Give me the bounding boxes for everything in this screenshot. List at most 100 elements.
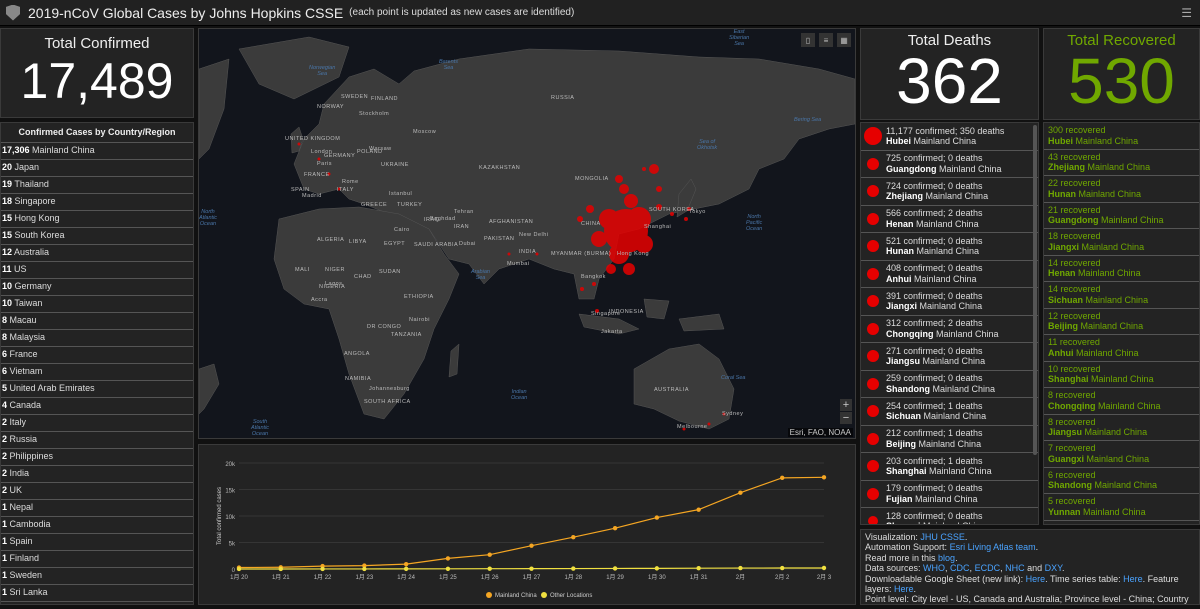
country-row[interactable]: 11 US bbox=[1, 262, 193, 279]
recovered-row[interactable]: 7 recovered Guangxi Mainland China bbox=[1044, 441, 1199, 468]
cases-line-chart[interactable]: 0 5k 10k 15k 20k Total confirmed cases 1月 20 1月… bbox=[199, 445, 855, 604]
deaths-list-panel[interactable]: 11,177 confirmed; 350 deaths Hubei Mainla… bbox=[860, 122, 1039, 525]
zoom-in-button[interactable]: + bbox=[840, 399, 852, 411]
map-label-pakistan: PAKISTAN bbox=[484, 236, 515, 242]
country-row[interactable]: 1 Spain bbox=[1, 534, 193, 551]
ecdc-link[interactable]: ECDC bbox=[975, 563, 1001, 573]
dxy-link[interactable]: DXY bbox=[1045, 563, 1062, 573]
deaths-row[interactable]: 521 confirmed; 0 deaths Hunan Mainland Ch… bbox=[861, 233, 1038, 261]
country-row[interactable]: 1 Finland bbox=[1, 551, 193, 568]
country-list-panel[interactable]: Confirmed Cases by Country/Region 17,306… bbox=[0, 122, 194, 605]
deaths-row[interactable]: 203 confirmed; 1 deaths Shanghai Mainland… bbox=[861, 453, 1038, 481]
country-row[interactable]: 2 UK bbox=[1, 483, 193, 500]
country-row[interactable]: 6 Vietnam bbox=[1, 364, 193, 381]
google-sheet-link[interactable]: Here bbox=[1026, 574, 1046, 584]
country-row[interactable]: 12 Australia bbox=[1, 245, 193, 262]
recovered-row[interactable]: 6 recovered Shandong Mainland China bbox=[1044, 468, 1199, 494]
world-map[interactable]: RUSSIA FINLAND SWEDEN NORWAY UNITED KING… bbox=[198, 28, 856, 439]
recovered-row[interactable]: 10 recovered Shanghai Mainland China bbox=[1044, 362, 1199, 388]
map-label-ethiopia: ETHIOPIA bbox=[404, 294, 434, 300]
country-row[interactable]: 5 United Arab Emirates bbox=[1, 381, 193, 398]
chart-point-mainland-china bbox=[696, 507, 701, 512]
jhu-csse-link[interactable]: JHU CSSE bbox=[920, 532, 965, 542]
recovered-row[interactable]: 22 recovered Hunan Mainland China bbox=[1044, 176, 1199, 203]
deaths-row[interactable]: 254 confirmed; 1 deaths Sichuan Mainland … bbox=[861, 398, 1038, 426]
deaths-row[interactable]: 725 confirmed; 0 deaths Guangdong Mainlan… bbox=[861, 151, 1038, 178]
recovered-stats: 10 recovered bbox=[1048, 363, 1101, 374]
deaths-row[interactable]: 128 confirmed; 0 deathsShaanxi Mainland … bbox=[861, 508, 1038, 524]
country-row[interactable]: 4 Canada bbox=[1, 398, 193, 415]
country-row[interactable]: 8 Macau bbox=[1, 313, 193, 330]
deaths-row[interactable]: 11,177 confirmed; 350 deaths Hubei Mainla… bbox=[861, 123, 1038, 151]
map-label-india: INDIA bbox=[519, 249, 537, 255]
deaths-row[interactable]: 271 confirmed; 0 deaths Jiangsu Mainland … bbox=[861, 343, 1038, 371]
deaths-row[interactable]: 566 confirmed; 2 deaths Henan Mainland Ch… bbox=[861, 206, 1038, 233]
recovered-row[interactable]: 300 recovered Hubei Mainland China bbox=[1044, 123, 1199, 150]
recovered-list-panel[interactable]: 300 recovered Hubei Mainland China 43 reco… bbox=[1043, 122, 1200, 525]
country-row[interactable]: 10 Taiwan bbox=[1, 296, 193, 313]
country-row[interactable]: 20 Japan bbox=[1, 160, 193, 177]
country-name: Vietnam bbox=[9, 366, 43, 376]
deaths-list-scrollbar[interactable] bbox=[1033, 125, 1037, 455]
deaths-row[interactable]: 259 confirmed; 0 deaths Shandong Mainland… bbox=[861, 371, 1038, 398]
map-label-namibia: NAMIBIA bbox=[345, 376, 372, 382]
deaths-row[interactable]: 212 confirmed; 1 deaths Beijing Mainland … bbox=[861, 426, 1038, 453]
country-row[interactable]: 8 Malaysia bbox=[1, 330, 193, 347]
esri-living-atlas-link[interactable]: Esri Living Atlas team bbox=[950, 542, 1036, 552]
feature-layers-link[interactable]: Here bbox=[894, 584, 914, 594]
province-name: Sichuan bbox=[886, 411, 922, 422]
time-series-link[interactable]: Here bbox=[1123, 574, 1143, 584]
country-row[interactable]: 10 Germany bbox=[1, 279, 193, 296]
country-row[interactable]: 15 Hong Kong bbox=[1, 211, 193, 228]
country-row[interactable]: 2 Russia bbox=[1, 432, 193, 449]
deaths-row[interactable]: 391 confirmed; 0 deaths Jiangxi Mainland … bbox=[861, 288, 1038, 316]
recovered-row[interactable]: 18 recovered Jiangxi Mainland China bbox=[1044, 229, 1199, 256]
country-row[interactable]: 1 Nepal bbox=[1, 500, 193, 517]
zoom-out-button[interactable]: − bbox=[840, 412, 852, 424]
country-row[interactable]: 6 France bbox=[1, 347, 193, 364]
deaths-row[interactable]: 724 confirmed; 0 deaths Zhejiang Mainland… bbox=[861, 178, 1038, 206]
recovered-row[interactable]: 5 recovered Yunnan Mainland China bbox=[1044, 494, 1199, 521]
chart-y-tick-label: 10k bbox=[225, 515, 236, 521]
recovered-row[interactable]: 8 recovered Jiangsu Mainland China bbox=[1044, 415, 1199, 441]
chart-x-tick-label: 2月 3 bbox=[817, 574, 832, 581]
recovered-row[interactable]: 14 recovered Henan Mainland China bbox=[1044, 256, 1199, 282]
legend-list-icon[interactable]: ≡ bbox=[819, 33, 833, 47]
country-count: 1 bbox=[2, 570, 8, 580]
recovered-row[interactable]: 11 recovered Anhui Mainland China bbox=[1044, 335, 1199, 362]
bookmark-icon[interactable]: ▯ bbox=[801, 33, 815, 47]
death-marker-icon bbox=[867, 487, 879, 500]
country-row[interactable]: 1 Sri Lanka bbox=[1, 585, 193, 602]
country-row[interactable]: 17,306 Mainland China bbox=[1, 143, 193, 160]
country-name: Mainland China bbox=[925, 191, 989, 202]
country-count: 8 bbox=[2, 332, 8, 342]
blog-link[interactable]: blog bbox=[938, 553, 955, 563]
country-count: 11 bbox=[2, 264, 12, 274]
recovered-row[interactable]: 8 recovered Chongqing Mainland China bbox=[1044, 388, 1199, 415]
recovered-stats: 18 recovered bbox=[1048, 231, 1101, 241]
basemap-gallery-icon[interactable]: ▦ bbox=[837, 33, 851, 47]
cdc-link[interactable]: CDC bbox=[950, 563, 970, 573]
recovered-row[interactable]: 12 recovered Beijing Mainland China bbox=[1044, 309, 1199, 335]
country-row[interactable]: 2 Italy bbox=[1, 415, 193, 432]
country-row[interactable]: 18 Singapore bbox=[1, 194, 193, 211]
nhc-link[interactable]: NHC bbox=[1005, 563, 1025, 573]
recovered-row[interactable]: 14 recovered Sichuan Mainland China bbox=[1044, 282, 1199, 309]
chart-point-mainland-china bbox=[445, 556, 451, 561]
map-label-mongolia: MONGOLIA bbox=[575, 176, 609, 182]
country-row[interactable]: 1 Cambodia bbox=[1, 517, 193, 534]
deaths-row-text: 203 confirmed; 1 deaths Shanghai Mainland… bbox=[886, 456, 992, 477]
country-row[interactable]: 2 Philippines bbox=[1, 449, 193, 466]
country-row[interactable]: 19 Thailand bbox=[1, 177, 193, 194]
deaths-row[interactable]: 408 confirmed; 0 deaths Anhui Mainland Ch… bbox=[861, 261, 1038, 288]
deaths-row[interactable]: 312 confirmed; 2 deaths Chongqing Mainlan… bbox=[861, 316, 1038, 343]
who-link[interactable]: WHO bbox=[923, 563, 945, 573]
country-row[interactable]: 1 Sweden bbox=[1, 568, 193, 585]
total-confirmed-label: Total Confirmed bbox=[44, 35, 150, 52]
recovered-row[interactable]: 43 recovered Zhejiang Mainland China bbox=[1044, 150, 1199, 176]
menu-icon[interactable]: ☰ bbox=[1181, 6, 1192, 20]
deaths-row[interactable]: 179 confirmed; 0 deaths Fujian Mainland C… bbox=[861, 481, 1038, 508]
country-row[interactable]: 15 South Korea bbox=[1, 228, 193, 245]
country-row[interactable]: 2 India bbox=[1, 466, 193, 483]
recovered-row[interactable]: 21 recovered Guangdong Mainland China bbox=[1044, 203, 1199, 229]
